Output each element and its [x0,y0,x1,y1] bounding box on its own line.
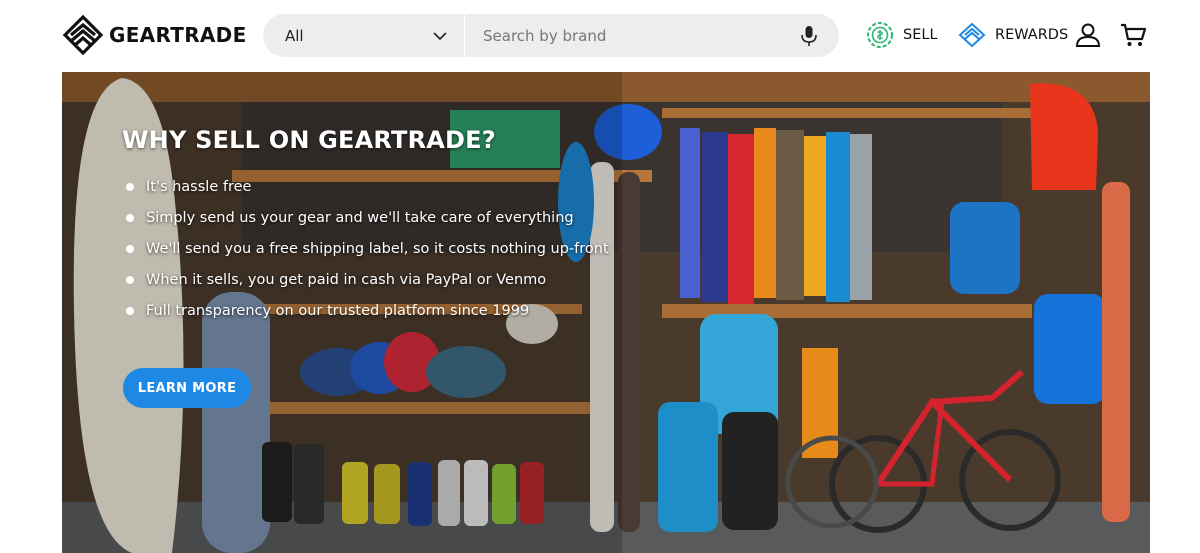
nav-sell-label: SELL [903,27,938,43]
list-item: We'll send you a free shipping label, so… [126,238,609,269]
list-item: It's hassle free [126,176,609,207]
nav-rewards-label: REWARDS [995,27,1069,43]
microphone-icon[interactable] [787,14,831,57]
sell-tag-icon [867,22,893,48]
search-input[interactable] [465,14,787,57]
hero-banner: WHY SELL ON GEARTRADE? It's hassle free … [62,72,1150,553]
nav-sell-link[interactable]: SELL [866,20,938,50]
chevron-down-icon [432,28,448,44]
brand-logo-link[interactable]: GEARTRADE [62,14,247,56]
hero-title: WHY SELL ON GEARTRADE? [122,126,496,154]
search-category-label: All [285,26,304,45]
search-bar: All [263,14,839,57]
benefits-list: It's hassle free Simply send us your gea… [126,176,609,331]
brand-name: GEARTRADE [109,23,247,47]
rewards-icon [958,22,986,48]
nav-rewards-link[interactable]: REWARDS [958,20,1068,50]
geartrade-logo-icon [62,14,104,56]
learn-more-button[interactable]: LEARN MORE [123,368,251,408]
list-item: When it sells, you get paid in cash via … [126,269,609,300]
list-item: Simply send us your gear and we'll take … [126,207,609,238]
cart-icon[interactable] [1118,20,1148,50]
site-header: GEARTRADE All SELL [0,0,1200,72]
search-category-select[interactable]: All [263,14,465,57]
list-item: Full transparency on our trusted platfor… [126,300,609,331]
account-icon[interactable] [1073,20,1103,50]
